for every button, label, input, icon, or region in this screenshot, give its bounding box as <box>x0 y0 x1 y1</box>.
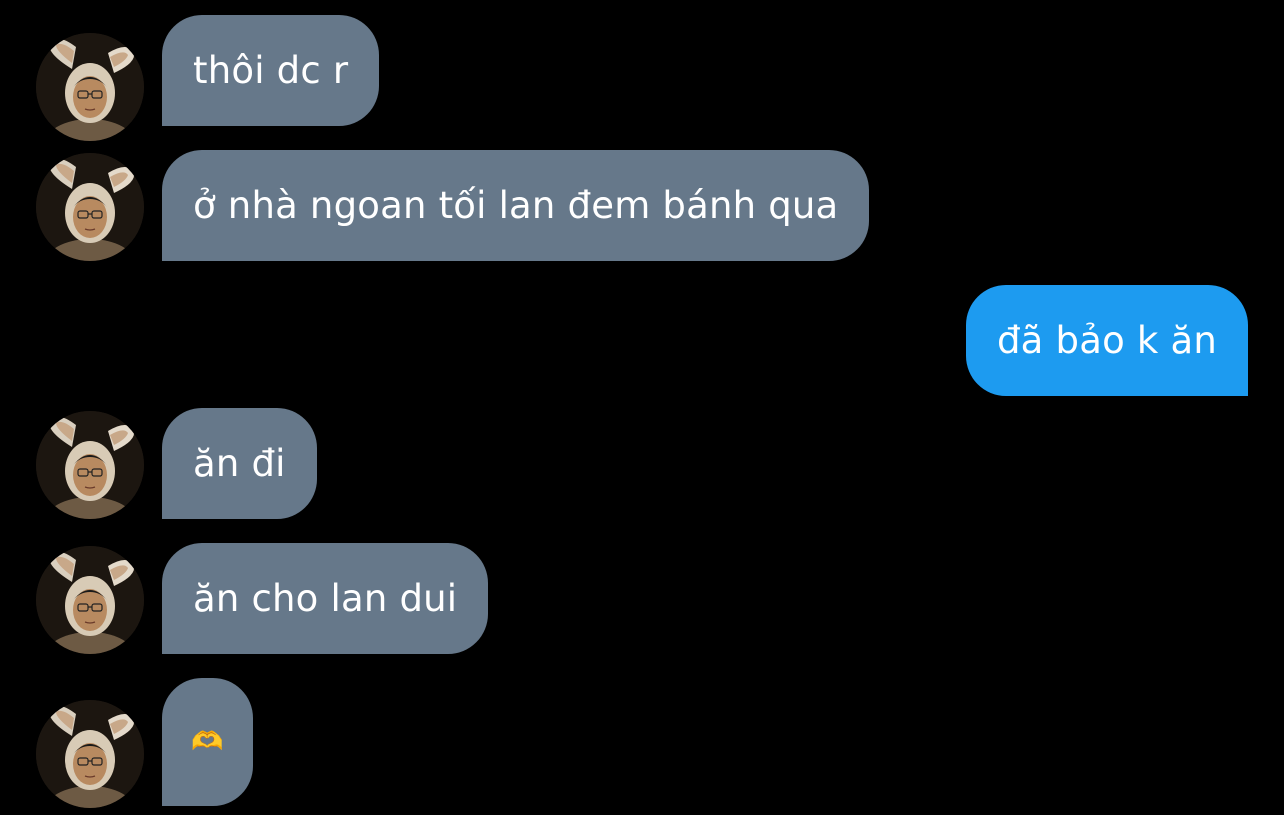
bunny-ears-person-avatar-icon <box>36 411 144 519</box>
bunny-ears-person-avatar-icon <box>36 546 144 654</box>
avatar[interactable] <box>36 411 144 519</box>
bunny-ears-person-avatar-icon <box>36 153 144 261</box>
message-text: ở nhà ngoan tối lan đem bánh qua <box>193 184 839 227</box>
message-text: đã bảo k ăn <box>997 319 1217 362</box>
avatar[interactable] <box>36 153 144 261</box>
incoming-message-bubble[interactable]: ăn đi <box>162 408 317 519</box>
incoming-message-bubble[interactable]: ở nhà ngoan tối lan đem bánh qua <box>162 150 870 261</box>
bunny-ears-person-avatar-icon <box>36 33 144 141</box>
outgoing-message-bubble[interactable]: đã bảo k ăn <box>966 285 1248 396</box>
avatar[interactable] <box>36 546 144 654</box>
heart-hands-emoji-icon: 🫶 <box>191 727 224 757</box>
message-text: thôi dc r <box>193 49 349 92</box>
bunny-ears-person-avatar-icon <box>36 700 144 808</box>
incoming-message-bubble[interactable]: ăn cho lan dui <box>162 543 489 654</box>
avatar[interactable] <box>36 33 144 141</box>
message-text: ăn đi <box>193 442 286 485</box>
incoming-message-bubble[interactable]: 🫶 <box>162 678 253 806</box>
avatar[interactable] <box>36 700 144 808</box>
incoming-message-bubble[interactable]: thôi dc r <box>162 15 380 126</box>
message-text: ăn cho lan dui <box>193 577 458 620</box>
